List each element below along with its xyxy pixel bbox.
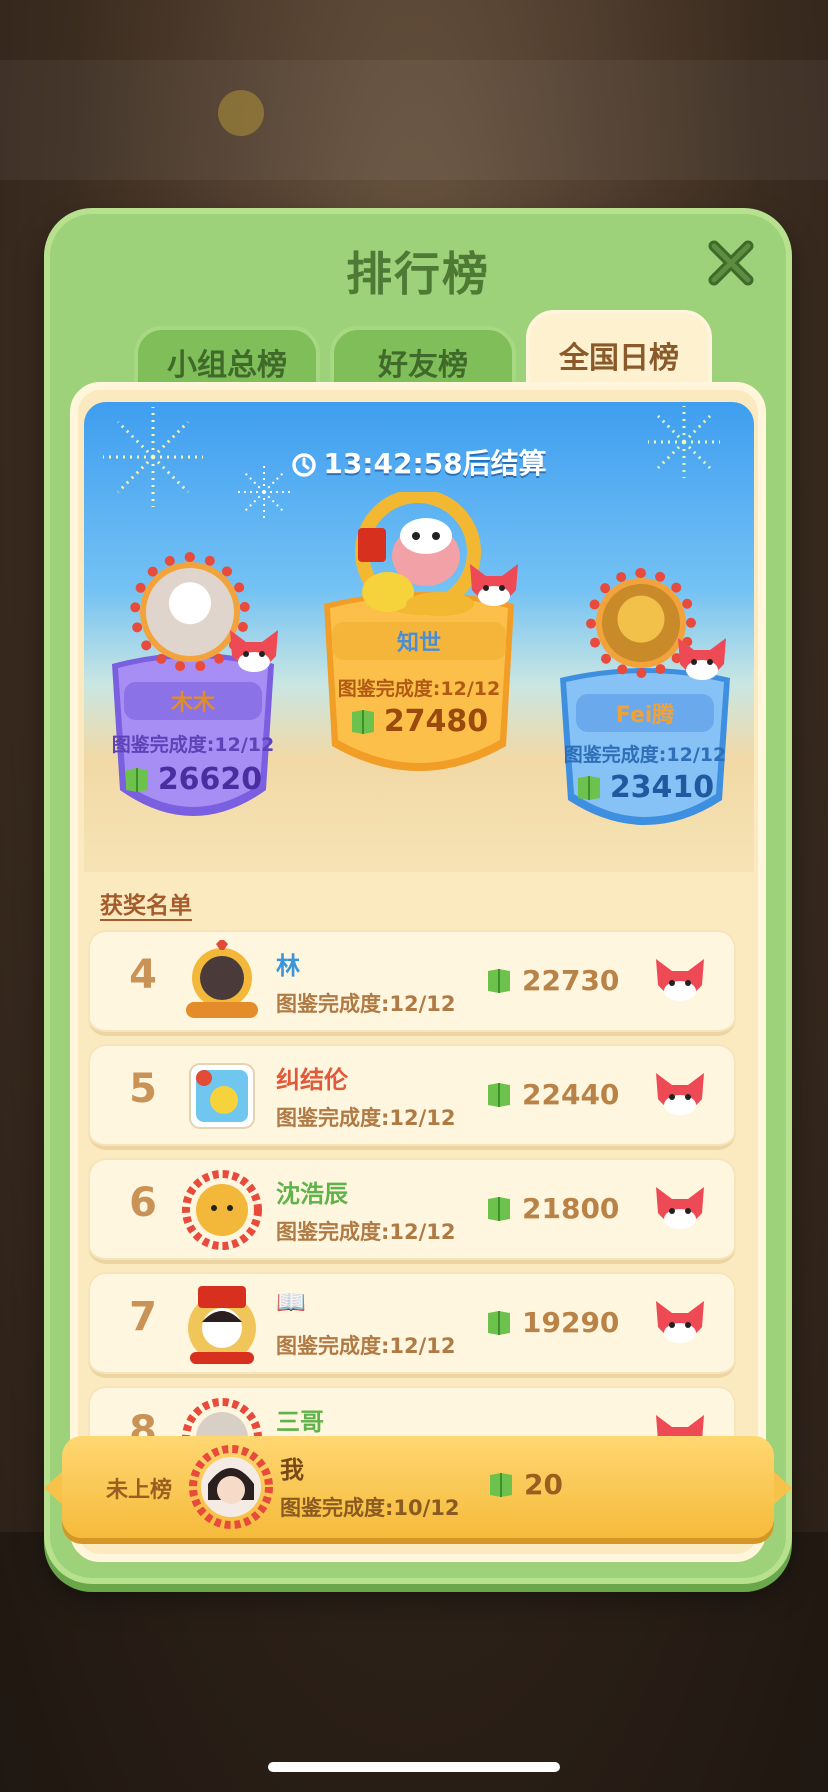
- fox-mascot-icon[interactable]: [650, 1296, 710, 1352]
- bar-notch: [772, 1470, 792, 1506]
- podium-score-value: 27480: [383, 704, 489, 739]
- ranking-list: 4 林 图鉴完成度:12/12 22730 5 纠结伦 图鉴完成度:12/12 …: [88, 930, 736, 1490]
- avatar: [182, 1170, 262, 1250]
- podium-score: 26620: [98, 762, 288, 797]
- podium-complete: 图鉴完成度:12/12: [111, 734, 275, 756]
- podium-first[interactable]: 知世 图鉴完成度:12/12 27480: [314, 492, 524, 826]
- score: 22730: [486, 964, 619, 997]
- completion-text: 图鉴完成度:12/12: [276, 1106, 456, 1130]
- podium-score: 23410: [550, 770, 740, 805]
- fox-mascot-icon: [470, 564, 518, 606]
- book-icon: [488, 1082, 510, 1107]
- podium-second[interactable]: 木木 图鉴完成度:12/12 26620: [98, 552, 288, 852]
- podium-name: Fei腾: [576, 694, 714, 732]
- player-name: 沈浩辰: [276, 1180, 348, 1208]
- podium-third[interactable]: Fei腾 图鉴完成度:12/12 23410: [550, 568, 740, 868]
- bar-notch: [44, 1470, 64, 1506]
- clock-icon: [292, 453, 317, 477]
- my-score: 20: [488, 1468, 563, 1501]
- home-indicator[interactable]: [268, 1762, 560, 1772]
- score-value: 22730: [522, 964, 620, 997]
- list-item[interactable]: 4 林 图鉴完成度:12/12 22730: [88, 930, 736, 1036]
- countdown-timer: 13:42:58后结算: [84, 442, 754, 482]
- list-item[interactable]: 6 沈浩辰 图鉴完成度:12/12 21800: [88, 1158, 736, 1264]
- panel-title: 排行榜: [346, 247, 490, 301]
- podium-complete: 图鉴完成度:12/12: [563, 744, 727, 766]
- book-icon: [488, 968, 510, 993]
- list-item[interactable]: 7 📖 图鉴完成度:12/12 19290: [88, 1272, 736, 1378]
- avatar: [188, 1286, 256, 1364]
- fox-mascot-icon: [678, 638, 726, 680]
- rank-number: 7: [129, 1294, 157, 1340]
- leaderboard-panel: 排行榜 小组总榜 好友榜 全国日榜 13:42:58后结算 木木 图鉴完成度:1…: [44, 208, 792, 1584]
- score-value: 21800: [522, 1192, 620, 1225]
- timer-value: 13:42:58: [323, 447, 463, 480]
- book-icon: [488, 1196, 510, 1221]
- fox-mascot-icon[interactable]: [650, 1182, 710, 1238]
- completion-text: 图鉴完成度:12/12: [276, 992, 456, 1016]
- leaderboard-content: 13:42:58后结算 木木 图鉴完成度:12/12 26620 知世 图鉴完成…: [70, 382, 766, 1562]
- book-icon: [351, 709, 374, 734]
- avatar: [186, 940, 258, 1018]
- player-name: 三哥: [276, 1408, 324, 1436]
- podium-score-value: 26620: [157, 762, 263, 797]
- my-name: 我: [280, 1456, 304, 1484]
- rank-number: 5: [129, 1066, 157, 1112]
- podium: 13:42:58后结算 木木 图鉴完成度:12/12 26620 知世 图鉴完成…: [84, 402, 754, 872]
- book-icon: [488, 1310, 510, 1335]
- close-icon[interactable]: [706, 238, 756, 288]
- winners-list-link[interactable]: 获奖名单: [100, 886, 192, 920]
- book-icon: [577, 775, 600, 800]
- score-value: 22440: [522, 1078, 620, 1111]
- player-name: 📖: [276, 1288, 306, 1316]
- podium-score: 27480: [314, 704, 524, 739]
- unranked-label: 未上榜: [106, 1478, 173, 1503]
- avatar: [189, 1445, 273, 1529]
- fox-mascot-icon: [230, 630, 278, 672]
- book-icon: [490, 1472, 512, 1497]
- fox-mascot-icon[interactable]: [650, 1068, 710, 1124]
- completion-text: 图鉴完成度:12/12: [276, 1220, 456, 1244]
- timer-suffix: 后结算: [462, 447, 547, 480]
- podium-score-value: 23410: [609, 770, 715, 805]
- podium-complete: 图鉴完成度:12/12: [337, 678, 501, 700]
- player-name: 纠结伦: [276, 1066, 348, 1094]
- list-item[interactable]: 5 纠结伦 图鉴完成度:12/12 22440: [88, 1044, 736, 1150]
- fox-mascot-icon[interactable]: [650, 954, 710, 1010]
- podium-name: 知世: [332, 622, 506, 660]
- my-completion-text: 图鉴完成度:10/12: [280, 1496, 460, 1520]
- score: 21800: [486, 1192, 619, 1225]
- completion-text: 图鉴完成度:12/12: [276, 1334, 456, 1358]
- score: 19290: [486, 1306, 619, 1339]
- background-top-bar: [0, 60, 828, 180]
- my-score-value: 20: [524, 1468, 563, 1501]
- coin-icon: [218, 90, 264, 136]
- book-icon: [125, 767, 148, 792]
- rank-number: 6: [129, 1180, 157, 1226]
- avatar: [189, 1063, 255, 1129]
- score-value: 19290: [522, 1306, 620, 1339]
- podium-name: 木木: [124, 682, 262, 720]
- score: 22440: [486, 1078, 619, 1111]
- my-rank-bar[interactable]: 未上榜 我 图鉴完成度:10/12 20: [44, 1436, 792, 1538]
- tab-bar: 小组总榜 好友榜 全国日榜: [134, 310, 734, 400]
- player-name: 林: [276, 952, 300, 980]
- rank-number: 4: [129, 952, 157, 998]
